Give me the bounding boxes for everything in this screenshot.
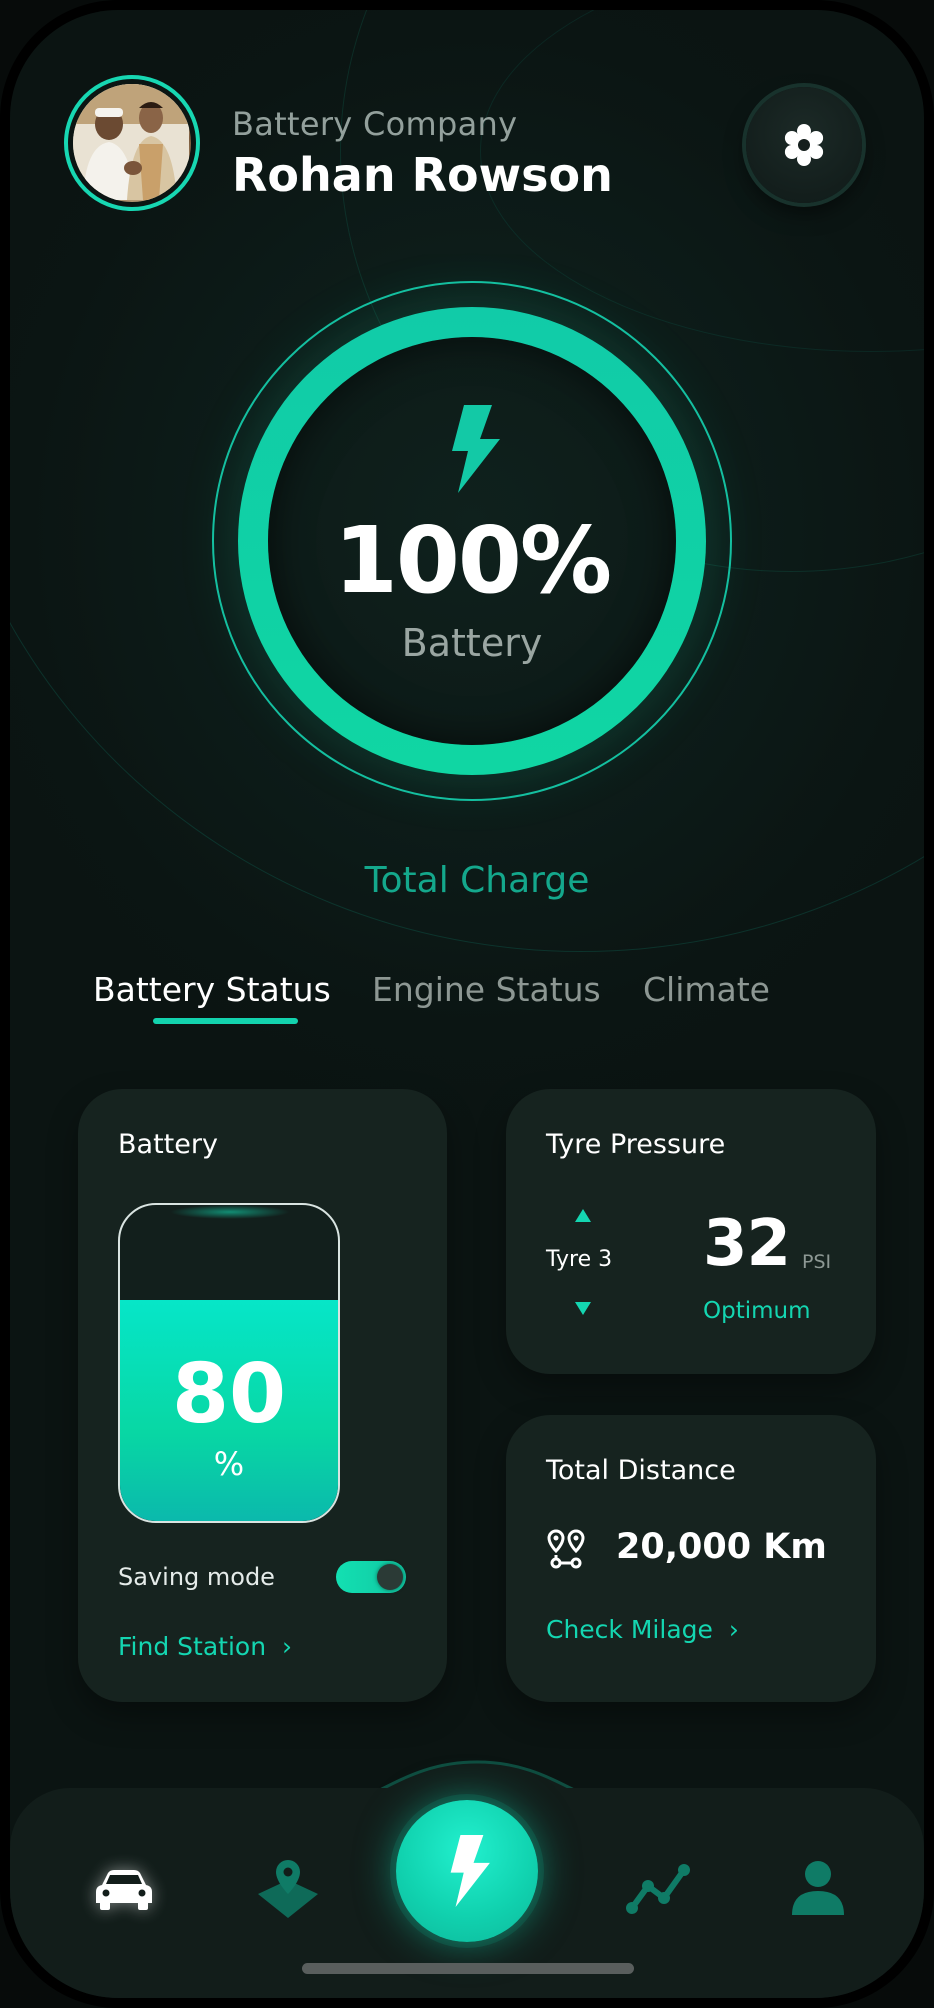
chevron-right-icon: ›	[282, 1632, 292, 1661]
avatar[interactable]	[64, 75, 200, 211]
nav-car[interactable]	[86, 1862, 162, 1918]
tyre-label: Tyre 3	[546, 1247, 613, 1272]
chart-icon	[626, 1864, 690, 1914]
user-name: Rohan Rowson	[232, 148, 613, 202]
saving-mode-label: Saving mode	[118, 1563, 275, 1591]
nav-profile[interactable]	[782, 1852, 854, 1924]
find-station-label: Find Station	[118, 1632, 267, 1661]
active-tab-indicator	[153, 1018, 298, 1024]
tyre-pressure-value: 32	[703, 1207, 791, 1281]
tyre-pressure-unit: PSI	[802, 1251, 832, 1273]
car-icon	[96, 1870, 152, 1910]
tab-battery-status[interactable]: Battery Status	[93, 970, 331, 1009]
tab-climate[interactable]: Climate	[643, 970, 770, 1009]
check-milage-link[interactable]: Check Milage ›	[546, 1615, 739, 1644]
battery-glow	[170, 1205, 290, 1219]
tyre-pressure-card[interactable]: Tyre Pressure Tyre 3 32 PSI Optimum	[506, 1089, 876, 1374]
home-indicator	[302, 1963, 634, 1974]
lightning-icon	[452, 405, 500, 493]
user-icon	[792, 1861, 844, 1915]
find-station-link[interactable]: Find Station ›	[118, 1632, 292, 1661]
tab-engine-status[interactable]: Engine Status	[372, 970, 601, 1009]
settings-button[interactable]	[746, 87, 862, 203]
nav-charge[interactable]	[396, 1800, 538, 1942]
saving-mode-toggle[interactable]	[336, 1561, 406, 1593]
device-frame: Battery Company Rohan Rowson 100% Batter…	[0, 0, 934, 2008]
battery-card[interactable]: Battery 80 % Saving mode Find Station ›	[78, 1089, 447, 1702]
check-milage-label: Check Milage	[546, 1615, 713, 1644]
map-pin-icon	[258, 1860, 318, 1918]
distance-card-title: Total Distance	[546, 1455, 736, 1486]
tyre-card-title: Tyre Pressure	[546, 1129, 726, 1160]
charge-label: Battery	[401, 621, 543, 665]
route-icon	[547, 1529, 585, 1569]
profile-photo	[73, 84, 191, 202]
gear-icon	[784, 124, 824, 166]
toggle-knob	[377, 1564, 403, 1590]
battery-card-title: Battery	[118, 1129, 218, 1160]
total-charge-caption: Total Charge	[364, 860, 590, 901]
total-distance-value: 20,000 Km	[616, 1527, 827, 1567]
battery-level-unit: %	[213, 1445, 245, 1483]
arrow-down-icon[interactable]	[575, 1302, 591, 1315]
tyre-status: Optimum	[703, 1298, 811, 1324]
arrow-up-icon[interactable]	[575, 1209, 591, 1222]
nav-map[interactable]	[248, 1848, 328, 1928]
nav-stats[interactable]	[618, 1852, 698, 1924]
battery-level-indicator: 80 %	[118, 1203, 340, 1523]
chevron-right-icon: ›	[728, 1615, 739, 1644]
company-name: Battery Company	[232, 105, 518, 143]
lightning-icon	[450, 1835, 490, 1907]
charge-gauge: 100% Battery	[212, 281, 732, 801]
total-distance-card[interactable]: Total Distance 20,000 Km Check Milage ›	[506, 1415, 876, 1702]
app-screen: Battery Company Rohan Rowson 100% Batter…	[10, 10, 924, 1998]
charge-percentage: 100%	[333, 507, 612, 614]
battery-level-value: 80	[171, 1347, 287, 1442]
